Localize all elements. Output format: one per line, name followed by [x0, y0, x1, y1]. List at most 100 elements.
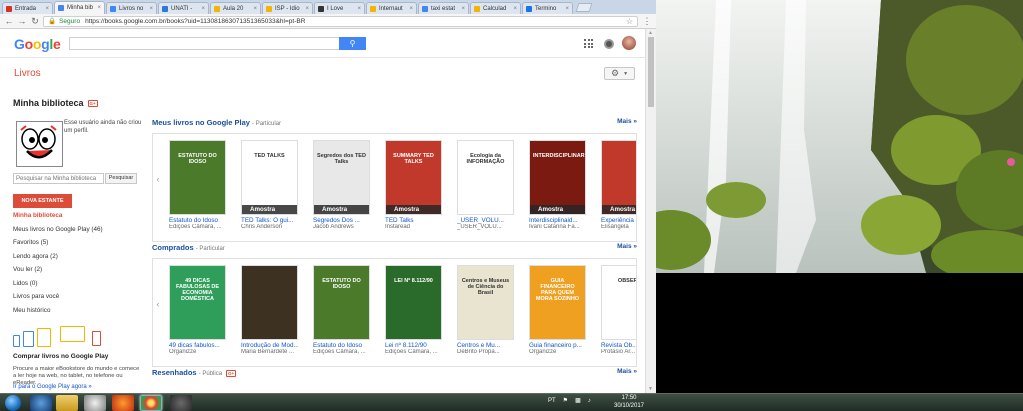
tab-close-icon[interactable]: × [511, 6, 517, 12]
new-shelf-button[interactable]: NOVA ESTANTE [13, 194, 72, 208]
book-cover[interactable]: GUIA FINANCEIRO PARA QUEM MORA SOZINHO [529, 265, 586, 340]
section-title[interactable]: Comprados - Particular [152, 243, 225, 252]
gplus-share-button[interactable]: G+ [226, 370, 237, 377]
search-button[interactable]: ⚲ [339, 37, 366, 50]
search-input[interactable] [69, 37, 340, 50]
tab-close-icon[interactable]: × [459, 6, 465, 12]
book-title[interactable]: TED Talks: O gui... [241, 217, 298, 224]
browser-tab[interactable]: ISP - Idio × [262, 2, 313, 14]
book-item[interactable]: LEI Nº 8.112/90 Lei nº 8.112/90 Edições Câ… [385, 265, 442, 355]
book-item[interactable]: Ecologia da INFORMAÇÃO _USER_VOLU... _USER… [457, 140, 514, 230]
book-title[interactable]: Introdução de Mod... [241, 342, 298, 349]
browser-tab[interactable]: UNATI - × [158, 2, 209, 14]
book-item[interactable]: TED TALKS Amostra TED Talks: O gui... Chris… [241, 140, 298, 230]
browser-tab[interactable]: Aula 20 × [210, 2, 261, 14]
tab-close-icon[interactable]: × [303, 6, 309, 12]
folder-icon[interactable] [56, 395, 78, 411]
book-title[interactable]: Revista Ob... [601, 342, 636, 349]
book-title[interactable]: 49 dicas fabulos... [169, 342, 226, 349]
sidebar-shelf-item[interactable]: Vou ler (2) [13, 266, 143, 280]
tab-close-icon[interactable]: × [563, 6, 569, 12]
google-logo[interactable]: Google [14, 36, 61, 52]
sidebar-shelf-item[interactable]: Minha biblioteca [13, 212, 143, 226]
book-item[interactable]: Introdução de Mod... Maria Bernardete ... [241, 265, 298, 355]
tab-close-icon[interactable]: × [407, 6, 413, 12]
bookmark-star-icon[interactable]: ☆ [626, 17, 633, 26]
book-cover[interactable]: SUMMARY TED TALKS Amostra [385, 140, 442, 215]
browser-tab[interactable]: Minha bib × [54, 1, 105, 14]
tab-close-icon[interactable]: × [355, 6, 361, 12]
book-cover[interactable]: OBSERV [601, 265, 636, 340]
clock[interactable]: 17:50 30/10/2017 [612, 395, 646, 410]
book-cover[interactable]: Centros e Museus de Ciência do Brasil [457, 265, 514, 340]
book-cover[interactable]: Ecologia da INFORMAÇÃO [457, 140, 514, 215]
firefox-icon[interactable] [112, 395, 134, 411]
tab-close-icon[interactable]: × [251, 6, 257, 12]
book-cover[interactable]: ESTATUTO DO IDOSO [169, 140, 226, 215]
tab-close-icon[interactable]: × [43, 6, 49, 12]
network-icon[interactable]: ▩ [575, 397, 581, 404]
book-item[interactable]: Centros e Museus de Ciência do Brasil Cen… [457, 265, 514, 355]
book-item[interactable]: ESTATUTO DO IDOSO Estatuto do Idoso Ediçõe… [313, 265, 370, 355]
book-cover[interactable]: INTERDISCIPLINARIDADE Amostra [529, 140, 586, 215]
notifications-icon[interactable] [604, 39, 614, 49]
book-item[interactable]: Amostra Experiência Elisângela [601, 140, 636, 230]
tab-close-icon[interactable]: × [95, 5, 101, 11]
more-link[interactable]: Mais » [617, 243, 637, 250]
ie-icon[interactable] [30, 395, 52, 411]
more-link[interactable]: Mais » [617, 368, 637, 375]
book-title[interactable]: TED Talks [385, 217, 442, 224]
chrome-icon[interactable] [140, 395, 162, 411]
url-text[interactable]: https://books.google.com.br/books?uid=11… [85, 18, 305, 25]
book-title[interactable]: Centros e Mu... [457, 342, 514, 349]
book-cover[interactable] [241, 265, 298, 340]
book-item[interactable]: SUMMARY TED TALKS Amostra TED Talks Instare… [385, 140, 442, 230]
book-cover[interactable]: 49 DICAS FABULOSAS DE ECONOMIA DOMÉSTICA [169, 265, 226, 340]
media-player-icon[interactable] [84, 395, 106, 411]
sidebar-shelf-item[interactable]: Lendo agora (2) [13, 253, 143, 267]
book-item[interactable]: GUIA FINANCEIRO PARA QUEM MORA SOZINHO Gu… [529, 265, 586, 355]
book-title[interactable]: Experiência [601, 217, 636, 224]
sidebar-shelf-item[interactable]: Meus livros no Google Play (46) [13, 226, 143, 240]
tab-close-icon[interactable]: × [199, 6, 205, 12]
book-cover[interactable]: ESTATUTO DO IDOSO [313, 265, 370, 340]
sidebar-shelf-item[interactable]: Favoritos (5) [13, 239, 143, 253]
book-title[interactable]: Estatuto do Idoso [313, 342, 370, 349]
book-cover[interactable]: LEI Nº 8.112/90 [385, 265, 442, 340]
reload-icon[interactable]: ↻ [30, 16, 40, 27]
address-bar[interactable]: 🔒 Seguro https://books.google.com.br/boo… [43, 15, 638, 27]
new-tab-button[interactable] [575, 3, 593, 12]
gplus-share-button[interactable]: G+ [87, 99, 98, 107]
browser-tab[interactable]: Internaut × [366, 2, 417, 14]
book-title[interactable]: Guia financeiro p... [529, 342, 586, 349]
avatar[interactable] [622, 36, 636, 50]
library-search-input[interactable]: Pesquisar na Minha biblioteca [13, 173, 104, 184]
volume-icon[interactable]: ♪ [588, 398, 591, 404]
shelf-prev-icon[interactable]: ‹ [153, 174, 163, 188]
browser-menu-icon[interactable]: ⋮ [642, 16, 652, 27]
book-cover[interactable]: TED TALKS Amostra [241, 140, 298, 215]
book-title[interactable]: Segredos Dos ... [313, 217, 370, 224]
book-title[interactable]: Estatuto do Idoso [169, 217, 226, 224]
google-play-link[interactable]: Ir para o Google Play agora » [13, 384, 92, 390]
apps-grid-icon[interactable] [584, 39, 593, 48]
section-title[interactable]: Resenhados - Pública G+ [152, 368, 237, 377]
back-icon[interactable]: ← [4, 16, 14, 26]
browser-tab[interactable]: Livros no × [106, 2, 157, 14]
sidebar-shelf-item[interactable]: Livros para você [13, 293, 143, 307]
book-cover[interactable]: Segredos dos TED Talks Amostra [313, 140, 370, 215]
library-search-button[interactable]: Pesquisar [105, 173, 137, 184]
book-item[interactable]: Segredos dos TED Talks Amostra Segredos Do… [313, 140, 370, 230]
scroll-down-icon[interactable]: ▼ [648, 386, 653, 392]
book-title[interactable]: Interdisciplinaid... [529, 217, 586, 224]
app-icon[interactable] [170, 395, 192, 411]
more-link[interactable]: Mais » [617, 118, 637, 125]
scroll-thumb[interactable] [648, 37, 654, 107]
flag-icon[interactable]: ⚑ [563, 397, 568, 404]
book-title[interactable]: Lei nº 8.112/90 [385, 342, 442, 349]
shelf-prev-icon[interactable]: ‹ [153, 299, 163, 313]
settings-button[interactable]: ⚙ ▼ [604, 67, 635, 80]
browser-tab[interactable]: Entrada × [2, 2, 53, 14]
start-button[interactable] [5, 395, 21, 411]
tab-close-icon[interactable]: × [147, 6, 153, 12]
